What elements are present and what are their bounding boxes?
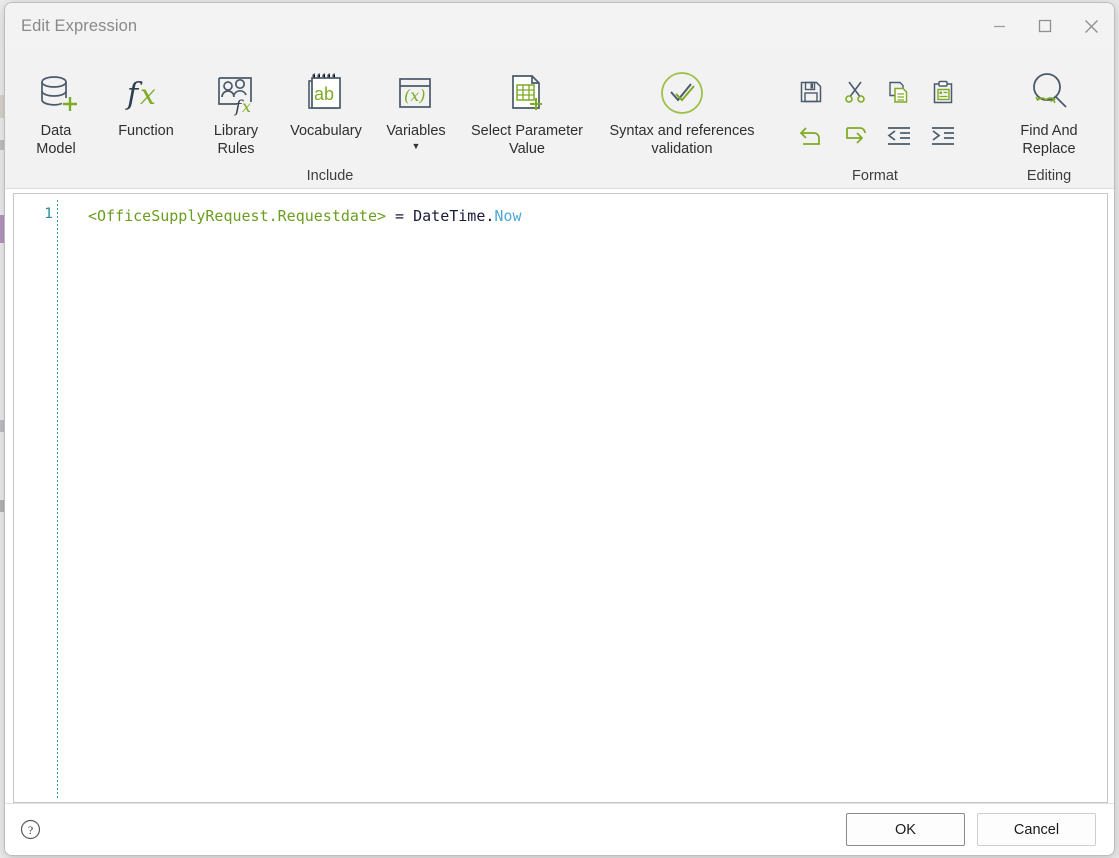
code-area[interactable]: <OfficeSupplyRequest.Requestdate> = Date…: [58, 194, 1107, 802]
ribbon-group-label-format: Format: [852, 168, 898, 184]
code-token-property: Now: [494, 207, 522, 225]
close-button[interactable]: [1068, 3, 1114, 49]
ribbon-button-label: Data Model: [36, 123, 76, 157]
minimize-button[interactable]: [976, 3, 1022, 49]
line-number: 1: [44, 206, 53, 222]
maximize-button[interactable]: [1022, 3, 1068, 49]
copy-button[interactable]: [877, 71, 921, 113]
ribbon-group-label-include: Include: [306, 168, 354, 184]
fx-icon: f x: [123, 69, 169, 117]
find-replace-icon: [1025, 69, 1073, 117]
window-controls: [976, 3, 1114, 49]
ribbon-button-label: Find And Replace: [1020, 123, 1078, 157]
svg-text:x: x: [242, 97, 251, 116]
ribbon-button-label: Library Rules: [213, 123, 259, 157]
svg-text:?: ?: [27, 823, 32, 837]
ribbon-group-include: Data Model f x Function f x Library Rule…: [5, 49, 771, 188]
cut-icon: [845, 81, 865, 103]
footer-buttons: OK Cancel: [846, 813, 1096, 846]
ribbon-button-data-model[interactable]: Data Model: [11, 55, 101, 188]
chevron-down-icon[interactable]: ▼: [412, 141, 421, 151]
code-token-field: <OfficeSupplyRequest.Requestdate>: [88, 207, 387, 225]
decrease-indent-button[interactable]: [877, 115, 921, 157]
code-token-plain: = DateTime.: [386, 207, 495, 225]
validation-check-icon: [657, 69, 707, 117]
help-circle-icon: ?: [20, 819, 40, 840]
title-bar: Edit Expression: [5, 3, 1114, 49]
help-button[interactable]: ?: [19, 819, 41, 841]
vocabulary-notepad-icon: ab: [303, 69, 349, 117]
minimize-icon: [993, 25, 1005, 27]
ribbon-button-label: Vocabulary: [290, 123, 362, 139]
paste-icon: [933, 80, 953, 104]
increase-indent-button[interactable]: [921, 115, 965, 157]
indent-icon: [932, 127, 954, 145]
cancel-button[interactable]: Cancel: [977, 813, 1096, 846]
save-icon: [800, 81, 822, 103]
line-number-gutter: 1: [14, 194, 57, 802]
ribbon-group-editing: Find And Replace Editing: [979, 49, 1114, 188]
redo-icon: [846, 127, 866, 144]
select-parameter-value-icon: [504, 69, 550, 117]
cut-button[interactable]: [833, 71, 877, 113]
window-title: Edit Expression: [21, 16, 138, 35]
copy-icon: [889, 81, 908, 103]
ribbon-group-format: Format: [771, 49, 979, 188]
save-button[interactable]: [789, 71, 833, 113]
ribbon-group-label-editing: Editing: [1026, 168, 1072, 184]
ribbon-button-label: Syntax and references validation: [609, 123, 755, 157]
svg-text:ab: ab: [314, 84, 334, 104]
variables-x-icon: (x): [393, 69, 439, 117]
ribbon-button-function[interactable]: f x Function: [101, 55, 191, 188]
close-icon: [1084, 19, 1098, 33]
ribbon-button-label: Function: [118, 123, 174, 139]
ribbon-button-label: Variables: [386, 123, 446, 139]
svg-text:(x): (x): [404, 86, 426, 105]
redo-button[interactable]: [833, 115, 877, 157]
outdent-icon: [887, 127, 910, 145]
library-rules-icon: f x: [213, 69, 259, 117]
ribbon-button-label: Select Parameter Value: [470, 123, 584, 157]
expression-editor[interactable]: 1 <OfficeSupplyRequest.Requestdate> = Da…: [13, 193, 1108, 803]
ribbon-button-select-parameter-value[interactable]: Select Parameter Value: [461, 55, 593, 188]
maximize-icon: [1038, 19, 1052, 33]
ribbon-toolbar: Data Model f x Function f x Library Rule…: [5, 49, 1114, 189]
ok-button[interactable]: OK: [846, 813, 965, 846]
editor-container: 1 <OfficeSupplyRequest.Requestdate> = Da…: [5, 189, 1114, 803]
database-add-icon: [33, 69, 79, 117]
undo-button[interactable]: [789, 115, 833, 157]
dialog-footer: ? OK Cancel: [5, 803, 1114, 855]
svg-text:x: x: [140, 78, 156, 111]
paste-button[interactable]: [921, 71, 965, 113]
undo-icon: [799, 127, 820, 145]
edit-expression-dialog: Edit Expression Data Model f x Function …: [4, 2, 1115, 856]
ribbon-button-syntax-validation[interactable]: Syntax and references validation: [593, 55, 771, 188]
